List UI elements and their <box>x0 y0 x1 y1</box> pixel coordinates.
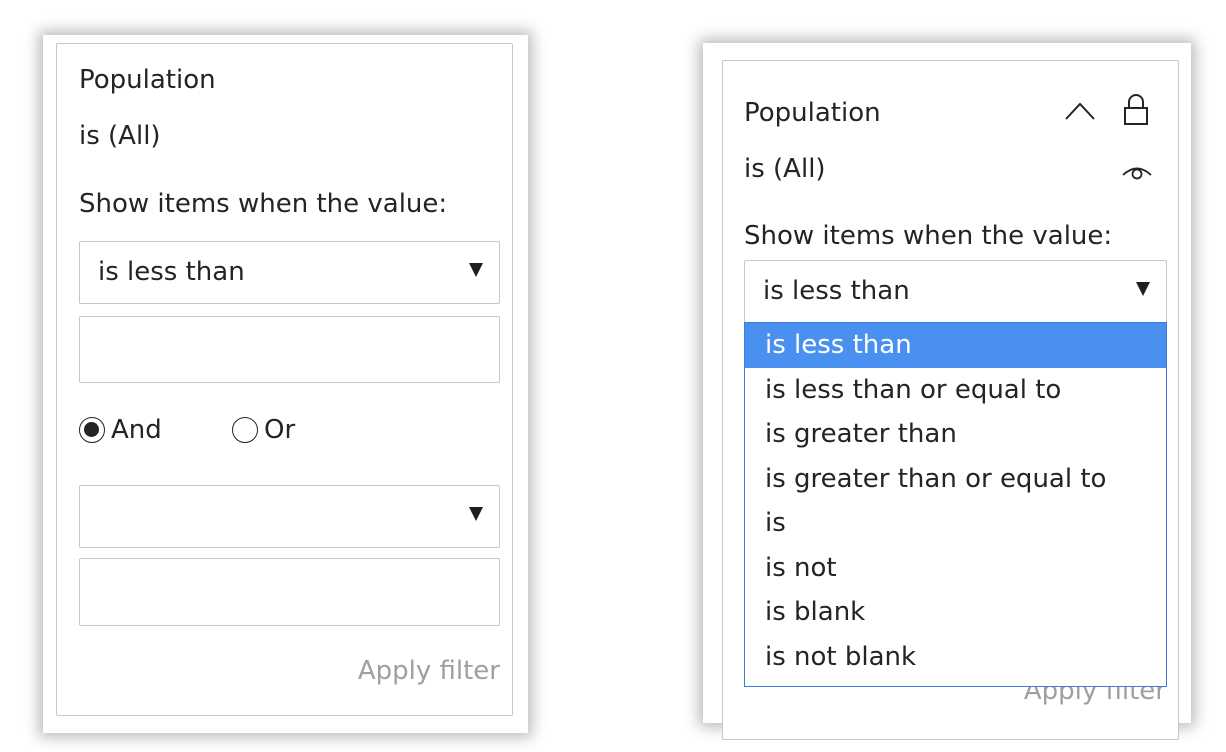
condition-1-dropdown[interactable]: is less than <box>744 260 1167 323</box>
condition-1-dropdown[interactable]: is less than <box>79 241 500 304</box>
radio-or[interactable]: Or <box>232 417 295 443</box>
option-is-not[interactable]: is not <box>745 546 1166 591</box>
field-name: Population <box>744 98 881 128</box>
condition-2-value-input[interactable] <box>79 558 500 626</box>
eye-icon[interactable] <box>1121 162 1153 182</box>
option-is-not-blank[interactable]: is not blank <box>745 635 1166 680</box>
radio-or-label: Or <box>264 415 296 445</box>
condition-1-value: is less than <box>98 257 245 287</box>
collapse-chevron-icon[interactable] <box>1064 101 1096 121</box>
condition-1-value-input[interactable] <box>79 316 500 383</box>
condition-1-value: is less than <box>763 276 910 306</box>
radio-and-label: And <box>111 415 162 445</box>
option-is[interactable]: is <box>745 501 1166 546</box>
option-is-less-than-or-equal-to[interactable]: is less than or equal to <box>745 368 1166 413</box>
option-is-greater-than[interactable]: is greater than <box>745 412 1166 457</box>
dropdown-arrow-icon <box>469 263 483 277</box>
option-is-less-than[interactable]: is less than <box>745 323 1166 368</box>
filter-screenshot-left: Population is (All) Show items when the … <box>43 35 528 733</box>
radio-checked-icon <box>79 417 105 443</box>
show-items-label: Show items when the value: <box>79 189 448 219</box>
option-is-blank[interactable]: is blank <box>745 590 1166 635</box>
dropdown-arrow-icon <box>469 507 483 521</box>
condition-2-dropdown[interactable] <box>79 485 500 548</box>
filter-screenshot-right: Population is (All) Show items when the … <box>703 43 1191 740</box>
condition-options-listbox[interactable]: is less than is less than or equal to is… <box>744 322 1167 687</box>
field-name: Population <box>79 65 216 95</box>
apply-filter-button[interactable]: Apply filter <box>358 658 500 684</box>
show-items-label: Show items when the value: <box>744 221 1113 251</box>
filter-summary: is (All) <box>744 154 826 184</box>
lock-icon[interactable] <box>1123 94 1149 126</box>
dropdown-arrow-icon <box>1136 282 1150 296</box>
radio-and[interactable]: And <box>79 417 162 443</box>
option-is-greater-than-or-equal-to[interactable]: is greater than or equal to <box>745 457 1166 502</box>
filter-card: Population is (All) Show items when the … <box>56 43 513 716</box>
filter-summary: is (All) <box>79 121 161 151</box>
filter-card: Population is (All) Show items when the … <box>722 60 1179 740</box>
radio-unchecked-icon <box>232 417 258 443</box>
